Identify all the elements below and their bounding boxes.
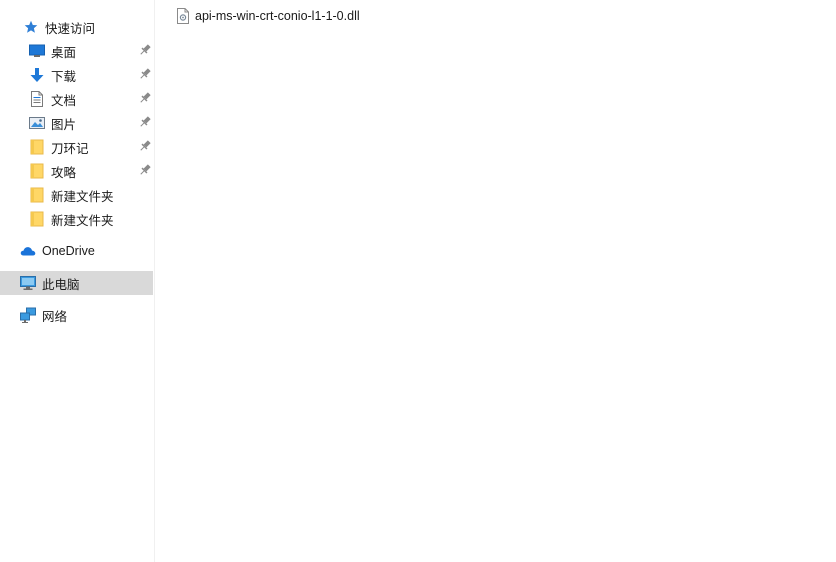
pin-icon[interactable]	[138, 115, 152, 129]
nav-onedrive[interactable]: OneDrive	[0, 239, 153, 263]
nav-network[interactable]: 网络	[0, 303, 153, 327]
nav-item-label: 攻略	[51, 165, 77, 180]
nav-item-new-folder-2[interactable]: 新建文件夹	[0, 207, 153, 231]
network-icon	[20, 307, 36, 323]
desktop-icon	[29, 43, 45, 59]
download-arrow-icon	[29, 67, 45, 83]
nav-item-pictures[interactable]: 图片	[0, 111, 153, 135]
nav-this-pc-label: 此电脑	[42, 277, 80, 292]
folder-icon	[29, 139, 45, 155]
file-explorer-window: 快速访问 桌面 下载 文档 图片 刀环记 攻略 新建文件夹 新建文件夹 OneD…	[0, 0, 836, 562]
nav-item-label: 下载	[51, 69, 77, 84]
nav-item-label: 图片	[51, 117, 77, 132]
folder-icon	[29, 163, 45, 179]
pin-icon[interactable]	[138, 139, 152, 153]
nav-item-label: 新建文件夹	[51, 189, 114, 204]
nav-item-documents[interactable]: 文档	[0, 87, 153, 111]
nav-quick-access-label: 快速访问	[45, 21, 96, 36]
nav-item-downloads[interactable]: 下载	[0, 63, 153, 87]
nav-item-label: 刀环记	[51, 141, 89, 156]
pin-icon[interactable]	[138, 43, 152, 57]
pin-icon[interactable]	[138, 91, 152, 105]
file-name: api-ms-win-crt-conio-l1-1-0.dll	[195, 9, 360, 23]
nav-item-new-folder-1[interactable]: 新建文件夹	[0, 183, 153, 207]
nav-item-label: 新建文件夹	[51, 213, 114, 228]
nav-quick-access[interactable]: 快速访问	[0, 15, 153, 39]
pin-icon[interactable]	[138, 67, 152, 81]
computer-icon	[20, 275, 36, 291]
document-icon	[29, 91, 45, 107]
folder-icon	[29, 187, 45, 203]
nav-onedrive-label: OneDrive	[42, 244, 95, 258]
nav-item-label: 桌面	[51, 45, 77, 60]
dll-file-icon	[175, 8, 191, 24]
nav-item-folder-daohuanji[interactable]: 刀环记	[0, 135, 153, 159]
pin-icon[interactable]	[138, 163, 152, 177]
nav-network-label: 网络	[42, 309, 68, 324]
folder-icon	[29, 211, 45, 227]
pictures-icon	[29, 115, 45, 131]
navigation-pane: 快速访问 桌面 下载 文档 图片 刀环记 攻略 新建文件夹 新建文件夹 OneD…	[0, 0, 155, 562]
nav-item-desktop[interactable]: 桌面	[0, 39, 153, 63]
nav-item-folder-gonglue[interactable]: 攻略	[0, 159, 153, 183]
file-item[interactable]: api-ms-win-crt-conio-l1-1-0.dll	[175, 6, 360, 26]
file-list-area[interactable]: api-ms-win-crt-conio-l1-1-0.dll	[156, 0, 836, 562]
star-icon	[23, 19, 39, 35]
nav-item-label: 文档	[51, 93, 77, 108]
nav-this-pc[interactable]: 此电脑	[0, 271, 153, 295]
onedrive-cloud-icon	[20, 243, 36, 259]
